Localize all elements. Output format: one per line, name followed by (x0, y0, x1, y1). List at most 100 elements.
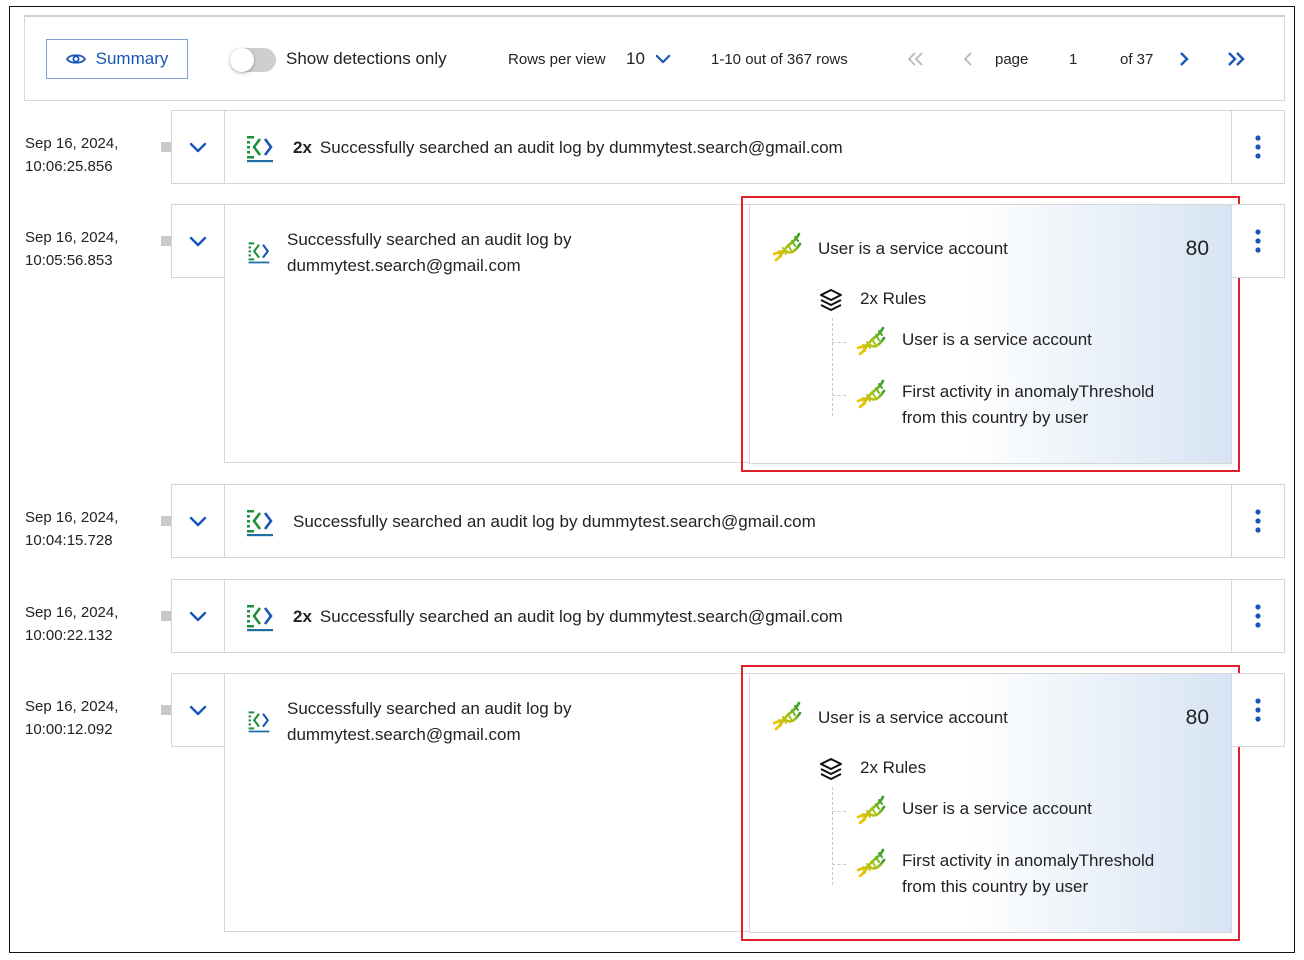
rows-per-view-value[interactable]: 10 (626, 49, 645, 69)
summary-button[interactable]: Summary (46, 39, 188, 79)
summary-label: Summary (95, 49, 169, 68)
dna-icon (770, 230, 804, 264)
last-page-icon[interactable] (1225, 51, 1249, 67)
tree-branch (832, 395, 846, 396)
next-page-icon[interactable] (1177, 51, 1191, 67)
message-text: Successfully searched an audit log by du… (319, 607, 843, 626)
timestamp: Sep 16, 2024, 10:04:15.728 (25, 506, 118, 552)
audit-log-icon (245, 602, 275, 632)
page-label: page (995, 51, 1029, 68)
tree-branch (832, 864, 846, 865)
row-actions-button[interactable] (1231, 204, 1285, 278)
dna-icon (854, 846, 888, 880)
message-text: Successfully searched an audit log by du… (293, 512, 816, 531)
row-message: 2x Successfully searched an audit log by … (293, 607, 843, 627)
tree-line (832, 787, 833, 885)
row-content[interactable]: 2x Successfully searched an audit log by … (224, 579, 1232, 653)
expand-row-button[interactable] (171, 484, 225, 558)
row-content[interactable]: Successfully searched an audit log by du… (224, 204, 754, 463)
page-number-input[interactable]: 1 (1069, 51, 1083, 68)
collapse-row-button[interactable] (171, 204, 225, 278)
row-actions-button[interactable] (1231, 110, 1285, 184)
rules-count-label[interactable]: 2x Rules (860, 289, 926, 309)
row-content[interactable]: Successfully searched an audit log by du… (224, 484, 1232, 558)
kebab-menu-icon (1255, 604, 1261, 628)
rule-text: User is a service account (902, 799, 1092, 818)
layers-icon (818, 287, 844, 313)
dna-icon (854, 377, 888, 411)
timestamp-time: 10:04:15.728 (25, 532, 113, 549)
rule-text-line-1: First activity in anomalyThreshold (902, 382, 1155, 401)
row-content[interactable]: Successfully searched an audit log by du… (224, 673, 754, 932)
kebab-menu-icon (1255, 229, 1261, 253)
rows-per-view-label: Rows per view (508, 51, 606, 68)
page-total: of 37 (1120, 51, 1154, 68)
timestamp: Sep 16, 2024, 10:00:12.092 (25, 695, 118, 741)
collapse-row-button[interactable] (171, 673, 225, 747)
timestamp-date: Sep 16, 2024, (25, 509, 119, 526)
kebab-menu-icon (1255, 135, 1261, 159)
row-content[interactable]: 2x Successfully searched an audit log by … (224, 110, 1232, 184)
row-actions-button[interactable] (1231, 484, 1285, 558)
timestamp-date: Sep 16, 2024, (25, 135, 119, 152)
audit-log-icon (247, 708, 271, 734)
timestamp-time: 10:00:22.132 (25, 627, 113, 644)
first-page-icon[interactable] (905, 51, 927, 67)
kebab-menu-icon (1255, 698, 1261, 722)
detection-title: User is a service account (818, 708, 1008, 727)
chevron-down-icon (189, 236, 207, 247)
message-line-2: dummytest.search@gmail.com (287, 725, 521, 744)
row-actions-button[interactable] (1231, 579, 1285, 653)
timestamp: Sep 16, 2024, 10:05:56.853 (25, 226, 118, 272)
tree-branch (832, 811, 846, 812)
rule-item[interactable]: User is a service account (902, 796, 1092, 822)
dna-icon (770, 699, 804, 733)
show-detections-toggle[interactable] (230, 48, 276, 72)
rule-text: User is a service account (902, 330, 1092, 349)
row-range-text: 1-10 out of 367 rows (711, 51, 848, 68)
rule-item[interactable]: First activity in anomalyThreshold from … (902, 379, 1154, 431)
event-count: 2x (293, 138, 312, 157)
eye-icon (65, 54, 86, 64)
chevron-down-icon (189, 611, 207, 622)
timestamp-time: 10:06:25.856 (25, 158, 113, 175)
timestamp: Sep 16, 2024, 10:06:25.856 (25, 132, 118, 178)
dna-icon (854, 324, 888, 358)
tree-branch (832, 342, 846, 343)
toggle-knob (230, 48, 254, 72)
chevron-down-icon (189, 516, 207, 527)
expand-row-button[interactable] (171, 110, 225, 184)
audit-log-icon (247, 239, 271, 265)
detection-panel[interactable]: User is a service account 80 2x Rules Us… (749, 673, 1232, 933)
rule-item[interactable]: First activity in anomalyThreshold from … (902, 848, 1154, 900)
rule-item[interactable]: User is a service account (902, 327, 1092, 353)
row-actions-button[interactable] (1231, 673, 1285, 747)
timestamp-date: Sep 16, 2024, (25, 229, 119, 246)
detection-title: User is a service account (818, 239, 1008, 258)
row-message: Successfully searched an audit log by du… (293, 512, 816, 532)
expand-row-button[interactable] (171, 579, 225, 653)
detection-panel[interactable]: User is a service account 80 2x Rules Us… (749, 204, 1232, 464)
detection-score: 80 (1185, 237, 1209, 260)
audit-log-icon (245, 133, 275, 163)
previous-page-icon[interactable] (961, 51, 975, 67)
timestamp-date: Sep 16, 2024, (25, 698, 119, 715)
audit-log-icon (245, 507, 275, 537)
rules-count-label[interactable]: 2x Rules (860, 758, 926, 778)
layers-icon (818, 756, 844, 782)
show-detections-label: Show detections only (286, 49, 447, 68)
event-count: 2x (293, 607, 312, 626)
message-line-1: Successfully searched an audit log by (287, 230, 572, 249)
rows-per-view-chevron-down-icon[interactable] (655, 53, 671, 65)
kebab-menu-icon (1255, 509, 1261, 533)
tree-line (832, 318, 833, 416)
dna-icon (854, 793, 888, 827)
toolbar: Summary Show detections only Rows per vi… (24, 15, 1285, 101)
chevron-down-icon (189, 705, 207, 716)
timestamp-date: Sep 16, 2024, (25, 604, 119, 621)
timestamp-time: 10:05:56.853 (25, 252, 113, 269)
message-text: Successfully searched an audit log by du… (319, 138, 843, 157)
message-line-1: Successfully searched an audit log by (287, 699, 572, 718)
row-message: Successfully searched an audit log by du… (287, 696, 571, 748)
rule-text-line-2: from this country by user (902, 877, 1089, 896)
